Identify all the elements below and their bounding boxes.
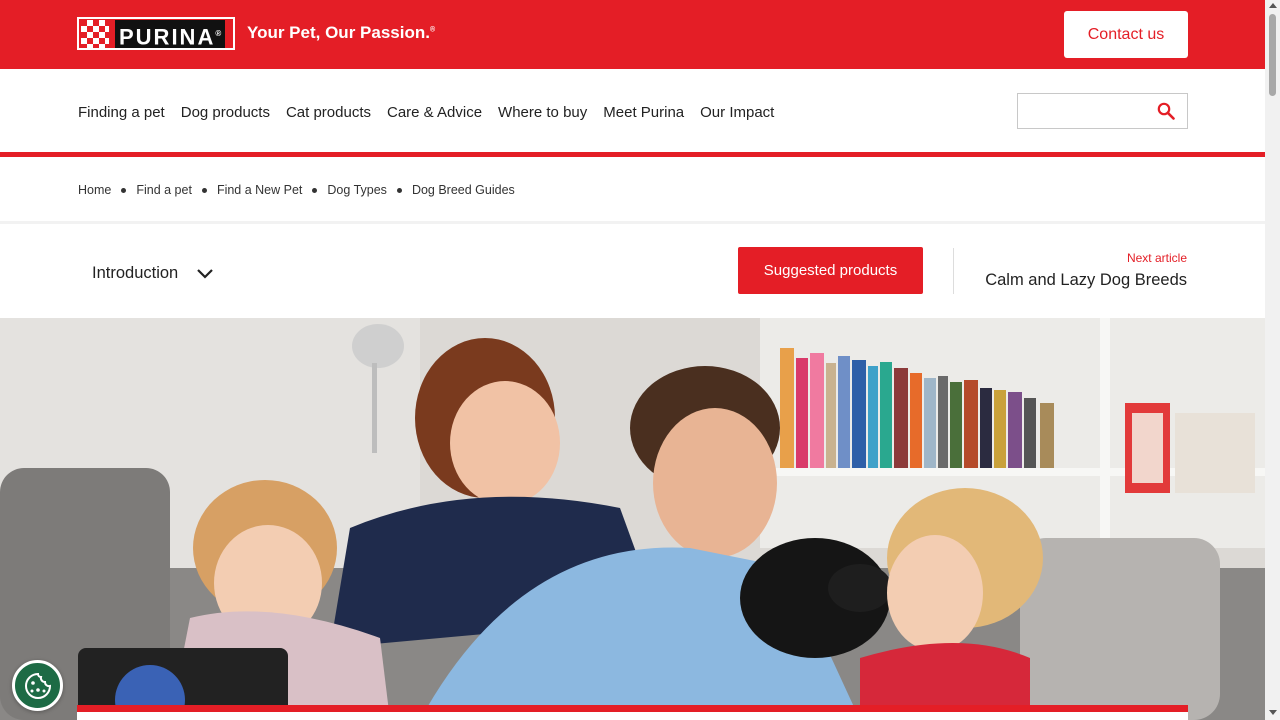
suggested-products-button[interactable]: Suggested products xyxy=(738,247,923,294)
next-article-label: Next article xyxy=(1126,251,1187,265)
breadcrumb-separator xyxy=(396,187,402,193)
header-divider xyxy=(0,152,1265,157)
toolbar-divider xyxy=(953,248,954,294)
hero-image xyxy=(0,318,1265,720)
nav-menu: Finding a pet Dog products Cat products … xyxy=(78,104,774,121)
chevron-down-icon xyxy=(197,268,214,279)
content-card-edge xyxy=(77,705,1188,720)
next-article-link[interactable]: Calm and Lazy Dog Breeds xyxy=(985,271,1187,290)
nav-item-finding-a-pet[interactable]: Finding a pet xyxy=(78,104,165,121)
breadcrumb-separator xyxy=(312,187,318,193)
nav-item-care-advice[interactable]: Care & Advice xyxy=(387,104,482,121)
search-input[interactable] xyxy=(1017,93,1188,129)
breadcrumb-find-a-new-pet[interactable]: Find a New Pet xyxy=(217,183,302,197)
scroll-down-arrow-icon[interactable] xyxy=(1269,710,1277,715)
scrollbar-thumb[interactable] xyxy=(1269,14,1276,96)
main-navigation: Finding a pet Dog products Cat products … xyxy=(0,69,1265,152)
breadcrumb-home[interactable]: Home xyxy=(78,183,111,197)
breadcrumb-find-a-pet[interactable]: Find a pet xyxy=(136,183,192,197)
cookie-icon xyxy=(24,672,51,699)
section-divider xyxy=(0,221,1265,224)
breadcrumb-separator xyxy=(201,187,207,193)
toc-label: Introduction xyxy=(92,264,179,282)
top-header-bar: PURINA® Your Pet, Our Passion.® Contact … xyxy=(0,0,1265,69)
nav-item-meet-purina[interactable]: Meet Purina xyxy=(603,104,684,121)
checkerboard-icon xyxy=(81,19,109,48)
logo-wordmark: PURINA® xyxy=(115,19,226,49)
table-of-contents-dropdown[interactable]: Introduction xyxy=(92,264,214,283)
breadcrumb-dog-breed-guides[interactable]: Dog Breed Guides xyxy=(412,183,515,197)
nav-item-our-impact[interactable]: Our Impact xyxy=(700,104,774,121)
breadcrumb: Home Find a pet Find a New Pet Dog Types… xyxy=(78,183,515,197)
nav-item-cat-products[interactable]: Cat products xyxy=(286,104,371,121)
nav-item-where-to-buy[interactable]: Where to buy xyxy=(498,104,587,121)
cookie-settings-button[interactable] xyxy=(12,660,63,711)
tagline: Your Pet, Our Passion.® xyxy=(247,23,436,42)
purina-logo[interactable]: PURINA® xyxy=(77,17,235,50)
breadcrumb-dog-types[interactable]: Dog Types xyxy=(327,183,387,197)
page-scrollbar[interactable] xyxy=(1265,0,1280,720)
scroll-up-arrow-icon[interactable] xyxy=(1269,3,1277,8)
contact-us-button[interactable]: Contact us xyxy=(1064,11,1188,58)
search-icon[interactable] xyxy=(1157,102,1175,120)
nav-item-dog-products[interactable]: Dog products xyxy=(181,104,270,121)
breadcrumb-separator xyxy=(121,187,127,193)
